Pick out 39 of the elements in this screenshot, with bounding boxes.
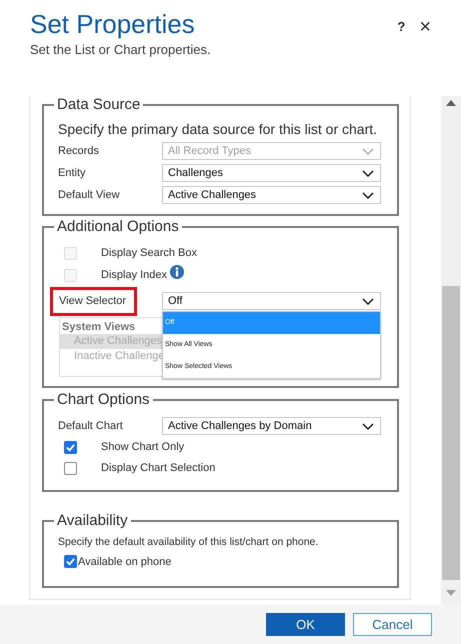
dropdown-field[interactable]: Active Challenges: [162, 186, 381, 204]
dialog-title: Set Properties: [30, 8, 195, 40]
field-label: Entity: [58, 166, 87, 181]
field-label: Default Chart: [58, 418, 124, 434]
dropdown-field[interactable]: Active Challenges by Domain: [162, 417, 381, 435]
chevron-down-icon: [362, 298, 374, 305]
help-button[interactable]: ?: [397, 20, 406, 34]
section-heading: Availability: [56, 512, 129, 529]
scrollbar-thumb[interactable]: [442, 286, 460, 580]
close-button[interactable]: ×: [419, 18, 431, 36]
checkbox-label: Display Search Box: [101, 246, 197, 261]
section-heading: Chart Options: [56, 391, 151, 408]
scrollbar[interactable]: [441, 96, 461, 605]
section-description: Specify the primary data source for this list or chart.: [58, 121, 378, 138]
field-label: View Selector: [50, 287, 138, 316]
section-heading: Data Source: [56, 96, 142, 113]
section-heading: Additional Options: [56, 218, 180, 235]
field-label: Records: [58, 144, 100, 159]
checkbox-label: Available on phone: [78, 554, 172, 570]
chevron-down-icon: [362, 192, 374, 198]
dropdown-field[interactable]: Challenges: [162, 164, 381, 182]
dropdown-field[interactable]: Off: [162, 292, 381, 310]
checkbox[interactable]: [64, 440, 77, 454]
checkbox[interactable]: [64, 555, 77, 568]
cancel-button[interactable]: Cancel: [353, 613, 432, 636]
section-description: Specify the default availability of this list/chart on phone.: [58, 535, 320, 550]
dialog-subtitle: Set the List or Chart properties.: [30, 42, 211, 58]
chevron-down-icon: [362, 170, 374, 176]
checkbox-label: Display Chart Selection: [101, 460, 216, 476]
chevron-down-icon: [362, 148, 374, 154]
checkbox-label: Display Index: [101, 268, 168, 283]
list-header: System Views: [61, 320, 136, 334]
chevron-down-icon: [362, 422, 374, 430]
scroll-up-icon[interactable]: [446, 100, 456, 106]
field-label: Default View: [58, 188, 121, 203]
checkbox-label: Show Chart Only: [101, 440, 184, 455]
ok-button[interactable]: OK: [266, 613, 345, 636]
checkbox[interactable]: [64, 462, 77, 474]
scroll-down-icon[interactable]: [446, 590, 456, 596]
